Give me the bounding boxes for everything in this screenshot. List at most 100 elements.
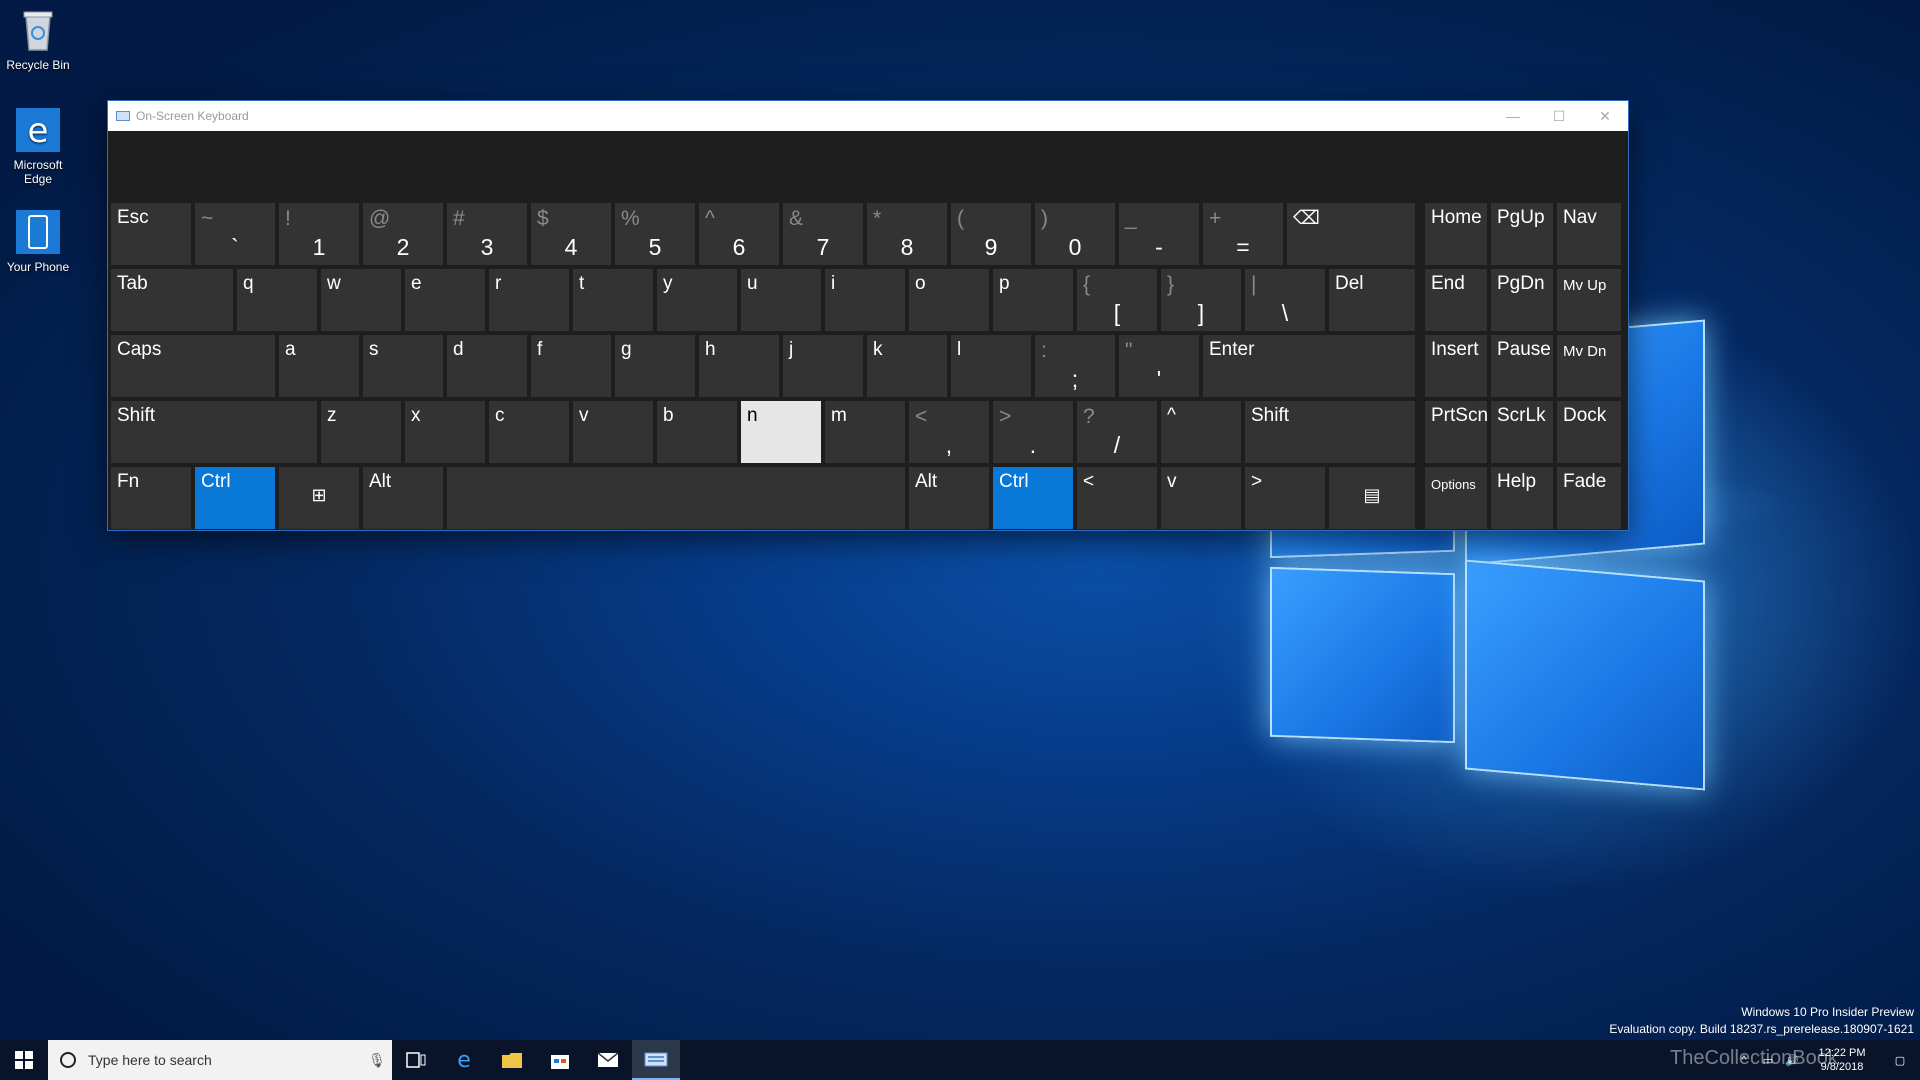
key-2[interactable]: @2: [363, 203, 443, 265]
key-p[interactable]: p: [993, 269, 1073, 331]
close-button[interactable]: ✕: [1582, 101, 1628, 131]
key-ctrl[interactable]: Ctrl: [195, 467, 275, 529]
key-menu-key-icon[interactable]: ▤: [1329, 467, 1415, 529]
osk-taskbar-icon[interactable]: [632, 1040, 680, 1080]
key-help[interactable]: Help: [1491, 467, 1553, 529]
key-pgdn[interactable]: PgDn: [1491, 269, 1553, 331]
key-shift[interactable]: Shift: [1245, 401, 1415, 463]
key-ctrl[interactable]: Ctrl: [993, 467, 1073, 529]
key-l[interactable]: l: [951, 335, 1031, 397]
store-icon[interactable]: [536, 1040, 584, 1080]
file-explorer-icon[interactable]: [488, 1040, 536, 1080]
key-m[interactable]: m: [825, 401, 905, 463]
task-view-icon[interactable]: [392, 1040, 440, 1080]
maximize-button[interactable]: ☐: [1536, 101, 1582, 131]
key-home[interactable]: Home: [1425, 203, 1487, 265]
key-3[interactable]: #3: [447, 203, 527, 265]
key-nav[interactable]: Nav: [1557, 203, 1621, 265]
key-mv-dn[interactable]: Mv Dn: [1557, 335, 1621, 397]
key-`[interactable]: ~ `: [195, 203, 275, 265]
microphone-icon[interactable]: 🎙: [362, 1052, 392, 1069]
key-q[interactable]: q: [237, 269, 317, 331]
key-n[interactable]: n: [741, 401, 821, 463]
key-w[interactable]: w: [321, 269, 401, 331]
key-esc[interactable]: Esc: [111, 203, 191, 265]
key-0[interactable]: ) 0: [1035, 203, 1115, 265]
key-arrow-right-icon[interactable]: >: [1245, 467, 1325, 529]
desktop-icon-recycle-bin[interactable]: Recycle Bin: [0, 6, 76, 72]
key-shift[interactable]: Shift: [111, 401, 317, 463]
key-c[interactable]: c: [489, 401, 569, 463]
key-alt[interactable]: Alt: [909, 467, 989, 529]
key-alt[interactable]: Alt: [363, 467, 443, 529]
key--[interactable]: _ -: [1119, 203, 1199, 265]
keyboard-keys: Esc ~ `! 1 @2 #3 $4% 5 ^ 6 & 7 * 8(9) 0 _ - + = ⌫ Home PgUp Na…: [111, 203, 1625, 529]
key-b[interactable]: b: [657, 401, 737, 463]
key-z[interactable]: z: [321, 401, 401, 463]
key-1[interactable]: ! 1: [279, 203, 359, 265]
edge-taskbar-icon[interactable]: e: [440, 1040, 488, 1080]
key-pgup[interactable]: PgUp: [1491, 203, 1553, 265]
key-9[interactable]: (9: [951, 203, 1031, 265]
key-e[interactable]: e: [405, 269, 485, 331]
key-=[interactable]: + =: [1203, 203, 1283, 265]
osk-titlebar[interactable]: On-Screen Keyboard — ☐ ✕: [108, 101, 1628, 131]
key-arrow-down-icon[interactable]: v: [1161, 467, 1241, 529]
key-s[interactable]: s: [363, 335, 443, 397]
key-6[interactable]: ^ 6: [699, 203, 779, 265]
key-r[interactable]: r: [489, 269, 569, 331]
key-enter[interactable]: Enter: [1203, 335, 1415, 397]
key-4[interactable]: $4: [531, 203, 611, 265]
key-u[interactable]: u: [741, 269, 821, 331]
key-i[interactable]: i: [825, 269, 905, 331]
key-/[interactable]: ? /: [1077, 401, 1157, 463]
key-\[interactable]: | \: [1245, 269, 1325, 331]
key-7[interactable]: & 7: [783, 203, 863, 265]
key-del[interactable]: Del: [1329, 269, 1415, 331]
key-k[interactable]: k: [867, 335, 947, 397]
key-][interactable]: }]: [1161, 269, 1241, 331]
key-;[interactable]: :;: [1035, 335, 1115, 397]
key-g[interactable]: g: [615, 335, 695, 397]
key-8[interactable]: * 8: [867, 203, 947, 265]
key-caps[interactable]: Caps: [111, 335, 275, 397]
key-x[interactable]: x: [405, 401, 485, 463]
key-v[interactable]: v: [573, 401, 653, 463]
key-label: Options: [1431, 477, 1476, 492]
key-j[interactable]: j: [783, 335, 863, 397]
desktop-icon-your-phone[interactable]: Your Phone: [0, 208, 76, 274]
key-options[interactable]: Options: [1425, 467, 1487, 529]
key-a[interactable]: a: [279, 335, 359, 397]
key-end[interactable]: End: [1425, 269, 1487, 331]
desktop-icon-edge[interactable]: e Microsoft Edge: [0, 106, 76, 186]
key-space[interactable]: [447, 467, 905, 529]
key-mv-up[interactable]: Mv Up: [1557, 269, 1621, 331]
key-.[interactable]: >.: [993, 401, 1073, 463]
key-dock[interactable]: Dock: [1557, 401, 1621, 463]
key-backspace-icon[interactable]: ⌫: [1287, 203, 1415, 265]
key-5[interactable]: % 5: [615, 203, 695, 265]
key-windows-key-icon[interactable]: ⊞: [279, 467, 359, 529]
key-fade[interactable]: Fade: [1557, 467, 1621, 529]
key-o[interactable]: o: [909, 269, 989, 331]
key-d[interactable]: d: [447, 335, 527, 397]
key-fn[interactable]: Fn: [111, 467, 191, 529]
key-arrow-left-icon[interactable]: <: [1077, 467, 1157, 529]
search-input[interactable]: Type here to search 🎙: [48, 1040, 392, 1080]
key-t[interactable]: t: [573, 269, 653, 331]
key-arrow-up-icon[interactable]: ^: [1161, 401, 1241, 463]
mail-icon[interactable]: [584, 1040, 632, 1080]
start-button[interactable]: [0, 1040, 48, 1080]
key-scrlk[interactable]: ScrLk: [1491, 401, 1553, 463]
key-,[interactable]: <,: [909, 401, 989, 463]
key-prtscn[interactable]: PrtScn: [1425, 401, 1488, 463]
key-'[interactable]: " ': [1119, 335, 1199, 397]
key-f[interactable]: f: [531, 335, 611, 397]
key-y[interactable]: y: [657, 269, 737, 331]
key-tab[interactable]: Tab: [111, 269, 233, 331]
key-pause[interactable]: Pause: [1491, 335, 1553, 397]
key-insert[interactable]: Insert: [1425, 335, 1487, 397]
minimize-button[interactable]: —: [1490, 101, 1536, 131]
key-h[interactable]: h: [699, 335, 779, 397]
key-[[interactable]: {[: [1077, 269, 1157, 331]
